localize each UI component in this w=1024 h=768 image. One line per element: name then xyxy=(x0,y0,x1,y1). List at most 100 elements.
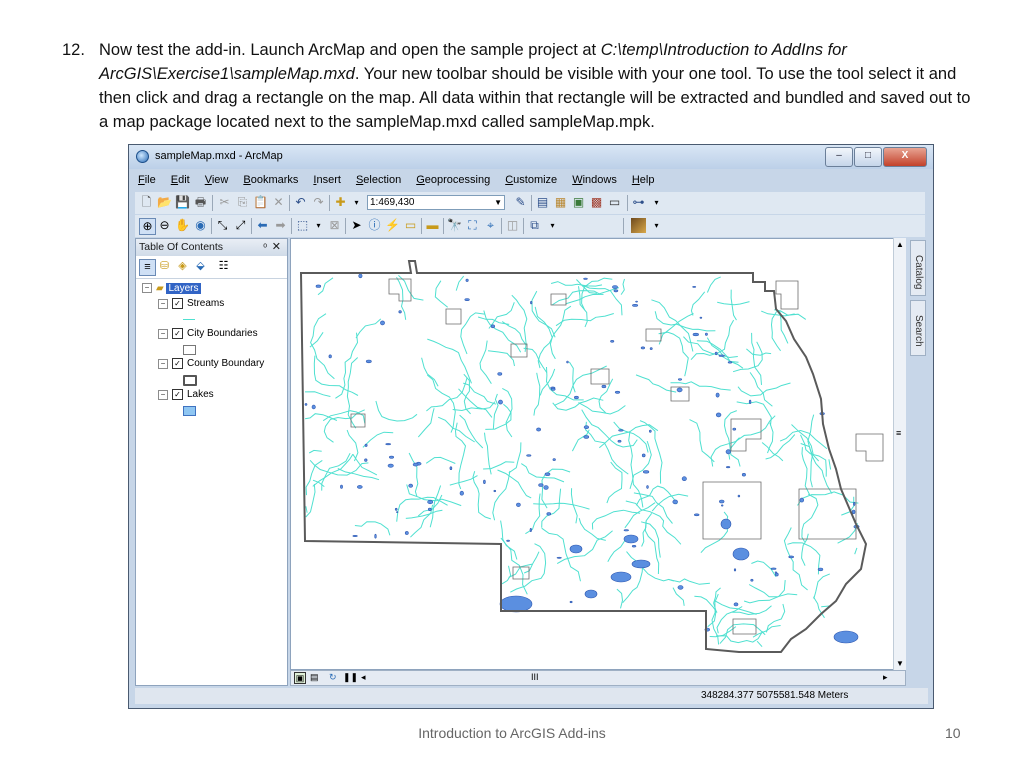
collapse-icon[interactable]: − xyxy=(158,328,168,339)
menu-windows[interactable]: Windows xyxy=(569,173,620,191)
layer-lakes[interactable]: − ✓ Lakes xyxy=(158,389,214,400)
maximize-button[interactable]: □ xyxy=(854,147,882,167)
layer-city-boundaries[interactable]: − ✓ City Boundaries xyxy=(158,328,258,339)
layers-group[interactable]: − ▰ Layers xyxy=(142,283,201,294)
delete-icon[interactable]: ✕ xyxy=(271,195,286,210)
county-boundary-visibility-checkbox[interactable]: ✓ xyxy=(172,358,183,369)
time-slider-icon[interactable]: ◫ xyxy=(505,218,520,233)
paste-icon[interactable]: 📋 xyxy=(253,195,268,210)
list-by-drawing-order-icon[interactable]: ≡ xyxy=(139,259,156,276)
catalog-window-icon[interactable]: ▦ xyxy=(553,195,568,210)
search-window-icon[interactable]: ▣ xyxy=(571,195,586,210)
search-tab[interactable]: Search xyxy=(910,300,926,356)
close-button[interactable]: X xyxy=(883,147,927,167)
toc-options-icon[interactable]: ☷ xyxy=(216,259,231,274)
layer-county-boundary[interactable]: − ✓ County Boundary xyxy=(158,358,264,369)
select-features-icon[interactable]: ⬚ xyxy=(295,218,310,233)
map-vertical-scrollbar[interactable]: ▲ ≡ ▼ xyxy=(893,238,906,670)
back-extent-icon[interactable]: ⬅ xyxy=(255,218,270,233)
undo-icon[interactable]: ↶ xyxy=(293,195,308,210)
find-route-icon[interactable]: ⛶ xyxy=(465,218,480,233)
new-icon[interactable]: 🗋 xyxy=(139,195,154,210)
list-by-selection-icon[interactable]: ⬙ xyxy=(193,259,208,274)
go-to-xy-icon[interactable]: ⌖ xyxy=(483,218,498,233)
lake xyxy=(799,497,804,503)
collapse-icon[interactable]: − xyxy=(158,358,168,369)
cut-icon[interactable]: ✂ xyxy=(217,195,232,210)
city-boundaries-visibility-checkbox[interactable]: ✓ xyxy=(172,328,183,339)
fixed-zoom-out-icon[interactable]: ⤢ xyxy=(233,218,248,233)
data-view-button[interactable]: ▣ xyxy=(294,672,306,684)
python-window-icon[interactable]: ▭ xyxy=(607,195,622,210)
map-scale-combo[interactable]: 1:469,430 ▼ xyxy=(367,195,505,210)
lake xyxy=(623,529,629,532)
menu-customize[interactable]: Customize xyxy=(502,173,560,191)
pan-icon[interactable]: ✋ xyxy=(175,218,190,233)
list-by-source-icon[interactable]: ⛁ xyxy=(157,259,172,274)
clear-selection-icon[interactable]: ⊠ xyxy=(327,218,342,233)
forward-extent-icon[interactable]: ➡ xyxy=(273,218,288,233)
menu-file[interactable]: File xyxy=(135,173,159,191)
html-popup-icon[interactable]: ▭ xyxy=(403,218,418,233)
map-display[interactable] xyxy=(290,238,906,670)
streams-visibility-checkbox[interactable]: ✓ xyxy=(172,298,183,309)
find-icon[interactable]: 🔭 xyxy=(447,218,462,233)
tools-options-icon[interactable]: ▾ xyxy=(545,218,560,233)
scroll-left-icon[interactable]: ◂ xyxy=(361,672,366,683)
menu-bookmarks[interactable]: Bookmarks xyxy=(240,173,301,191)
chevron-down-icon[interactable]: ▼ xyxy=(494,196,502,209)
menu-edit[interactable]: Edit xyxy=(168,173,193,191)
streams-symbol xyxy=(183,319,195,320)
save-icon[interactable]: 💾 xyxy=(175,195,190,210)
menu-view[interactable]: View xyxy=(202,173,232,191)
redo-icon[interactable]: ↷ xyxy=(311,195,326,210)
title-bar[interactable]: sampleMap.mxd - ArcMap – □ X xyxy=(129,145,933,169)
layout-view-button[interactable]: ▤ xyxy=(310,672,319,683)
scroll-down-icon[interactable]: ▼ xyxy=(896,659,904,668)
table-icon[interactable]: ▤ xyxy=(535,195,550,210)
create-viewer-icon[interactable]: ⧉ xyxy=(527,218,542,233)
toolbar-options-icon[interactable]: ▾ xyxy=(649,195,664,210)
zoom-out-icon[interactable]: ⊖ xyxy=(157,218,172,233)
refresh-icon[interactable]: ↻ xyxy=(329,672,337,683)
model-builder-icon[interactable]: ⊶ xyxy=(631,195,646,210)
open-icon[interactable]: 📂 xyxy=(157,195,172,210)
close-icon[interactable]: ✕ xyxy=(272,239,281,256)
arctoolbox-icon[interactable]: ▩ xyxy=(589,195,604,210)
collapse-icon[interactable]: − xyxy=(142,283,152,294)
catalog-tab[interactable]: Catalog xyxy=(910,240,926,296)
select-elements-icon[interactable]: ➤ xyxy=(349,218,364,233)
print-icon[interactable]: 🖶 xyxy=(193,195,208,210)
menu-insert[interactable]: Insert xyxy=(310,173,344,191)
copy-icon[interactable]: ⎘ xyxy=(235,195,250,210)
extract-package-tool-icon[interactable] xyxy=(631,218,646,233)
scroll-right-icon[interactable]: ▸ xyxy=(883,672,888,683)
minimize-button[interactable]: – xyxy=(825,147,853,167)
identify-icon[interactable]: ⓘ xyxy=(367,218,382,233)
add-data-dropdown-icon[interactable]: ▾ xyxy=(349,195,364,210)
hyperlink-icon[interactable]: ⚡ xyxy=(385,218,400,233)
layer-streams[interactable]: − ✓ Streams xyxy=(158,298,224,309)
menu-selection[interactable]: Selection xyxy=(353,173,404,191)
pin-icon[interactable]: ᵒ xyxy=(263,239,267,256)
addin-toolbar-options-icon[interactable]: ▾ xyxy=(649,218,664,233)
fixed-zoom-in-icon[interactable]: ⤡ xyxy=(215,218,230,233)
pause-drawing-icon[interactable]: ❚❚ xyxy=(343,672,358,683)
list-by-visibility-icon[interactable]: ◈ xyxy=(175,259,190,274)
scroll-thumb[interactable]: III xyxy=(531,672,539,682)
full-extent-icon[interactable]: ◉ xyxy=(193,218,208,233)
measure-icon[interactable]: ▬ xyxy=(425,218,440,233)
collapse-icon[interactable]: − xyxy=(158,298,168,309)
lake xyxy=(465,278,469,282)
zoom-in-icon[interactable]: ⊕ xyxy=(139,218,156,235)
lakes-visibility-checkbox[interactable]: ✓ xyxy=(172,389,183,400)
editor-toolbar-icon[interactable]: ✎ xyxy=(513,195,528,210)
scroll-grip-icon[interactable]: ≡ xyxy=(896,428,901,438)
scroll-up-icon[interactable]: ▲ xyxy=(896,240,904,249)
add-data-icon[interactable]: ✚ xyxy=(333,195,348,210)
collapse-icon[interactable]: − xyxy=(158,389,168,400)
select-dropdown-icon[interactable]: ▾ xyxy=(311,218,326,233)
layer-name: City Boundaries xyxy=(187,328,258,340)
menu-help[interactable]: Help xyxy=(629,173,658,191)
menu-geoprocessing[interactable]: Geoprocessing xyxy=(413,173,493,191)
